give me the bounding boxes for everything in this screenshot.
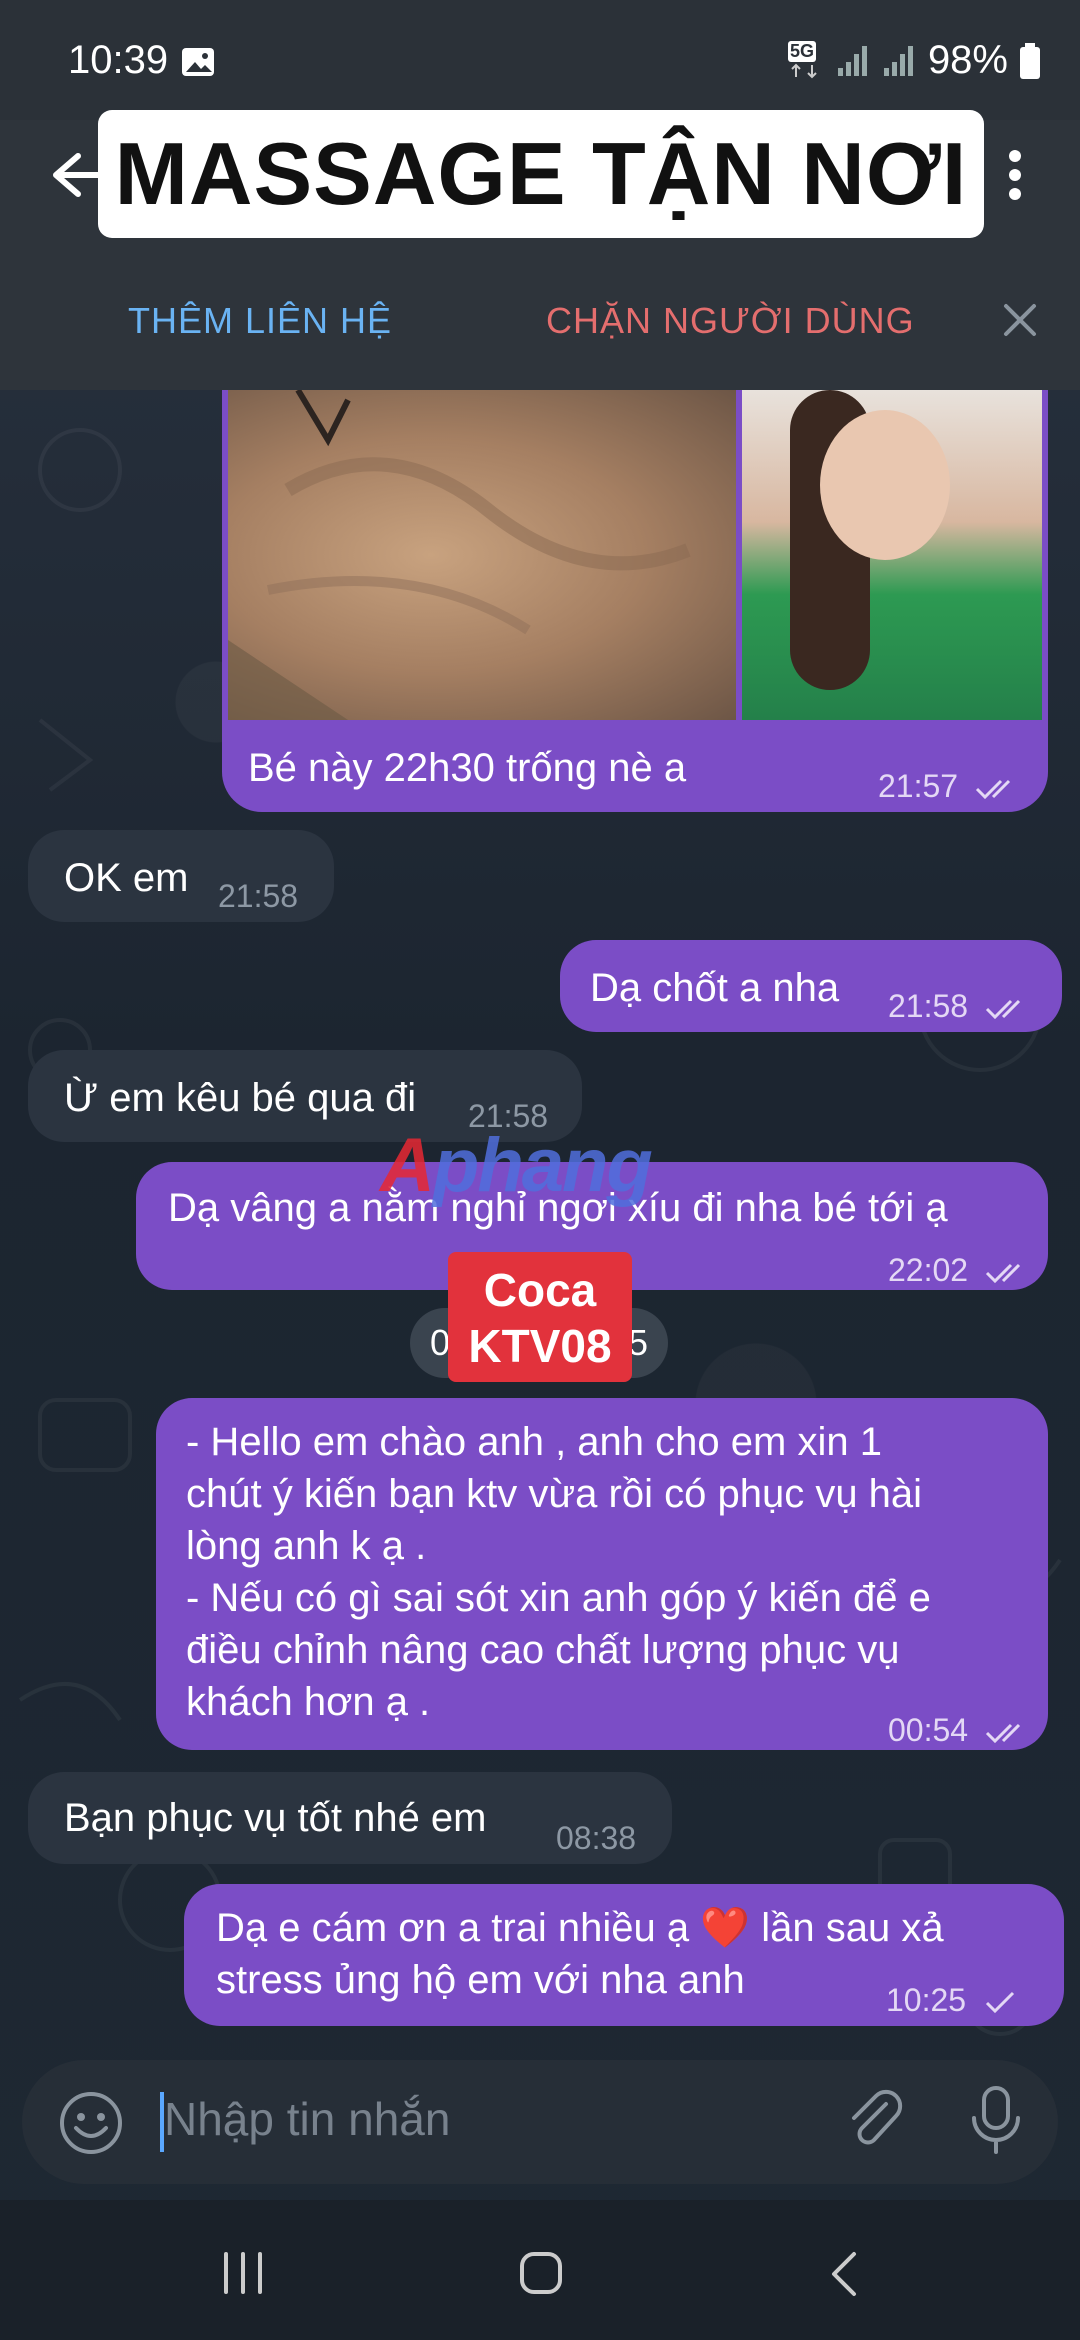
message-bubble-2: OK em 21:58 xyxy=(28,830,334,922)
message-bubble-1: Bé này 22h30 trống nè a 21:57 xyxy=(222,720,1048,812)
message-text: Bé này 22h30 trống nè a xyxy=(248,746,687,790)
message-bubble-7: Bạn phục vụ tốt nhé em 08:38 xyxy=(28,1772,672,1864)
message-meta: 10:25 xyxy=(886,1974,1019,2026)
nav-back-icon[interactable] xyxy=(828,2250,858,2298)
gallery-notification-icon xyxy=(182,48,214,76)
message-time: 00:54 xyxy=(888,1712,969,1748)
message-line: lần sau xả xyxy=(761,1906,944,1950)
message-line: Dạ e cám ơn a trai nhiều ạ xyxy=(216,1906,690,1950)
sticker-line-2: KTV08 xyxy=(468,1320,612,1372)
chat-title-box[interactable]: MASSAGE TẬN NƠI xyxy=(98,110,984,238)
network-5g-icon: 5G xyxy=(787,40,824,81)
message-input[interactable]: Nhập tin nhắn xyxy=(164,2092,450,2146)
microphone-icon[interactable] xyxy=(968,2084,1024,2156)
message-line: stress ủng hộ em với nha anh xyxy=(216,1958,745,2002)
message-time: 10:25 xyxy=(886,1982,967,2018)
add-contact-button[interactable]: THÊM LIÊN HỆ xyxy=(128,300,392,342)
status-bar: 10:39 5G 98% xyxy=(0,0,1080,120)
message-text: Ừ em kêu bé qua đi xyxy=(64,1076,417,1120)
message-line: khách hơn ạ . xyxy=(186,1680,431,1724)
watermark-logo: Aphang xyxy=(380,1122,653,1209)
message-text: Bạn phục vụ tốt nhé em xyxy=(64,1796,487,1840)
double-check-icon xyxy=(985,1263,1021,1283)
message-time: 08:38 xyxy=(556,1820,637,1856)
fabric-folds xyxy=(228,388,691,720)
message-bubble-6: - Hello em chào anh , anh cho em xin 1 c… xyxy=(156,1398,1048,1750)
overlay-label-sticker: Coca KTV08 xyxy=(448,1252,632,1382)
message-text: OK em xyxy=(64,856,189,900)
message-line: điều chỉnh nâng cao chất lượng phục vụ xyxy=(186,1628,900,1672)
message-line: chút ý kiến bạn ktv vừa rồi có phục vụ h… xyxy=(186,1472,923,1516)
single-check-icon xyxy=(985,1991,1015,2013)
emoji-icon[interactable] xyxy=(58,2090,124,2156)
message-time: 21:58 xyxy=(888,988,969,1024)
message-bubble-3: Dạ chốt a nha 21:58 xyxy=(560,940,1062,1032)
message-bubble-8: Dạ e cám ơn a trai nhiều ạ ❤️ lần sau xả… xyxy=(184,1884,1064,2026)
photo-face-shape xyxy=(820,410,950,560)
message-text: - Hello em chào anh , anh cho em xin 1 c… xyxy=(186,1416,931,1728)
message-meta: 22:02 xyxy=(888,1244,1033,1296)
message-time: 22:02 xyxy=(888,1252,969,1288)
more-options-icon[interactable] xyxy=(1000,148,1030,202)
status-indicators: 5G 98% xyxy=(787,38,1040,83)
recent-apps-icon[interactable] xyxy=(218,2250,268,2296)
status-time: 10:39 xyxy=(68,38,169,82)
block-user-button[interactable]: CHẶN NGƯỜI DÙNG xyxy=(546,300,915,342)
chat-title: MASSAGE TẬN NƠI xyxy=(114,124,968,223)
signal-1-icon xyxy=(837,45,867,76)
message-line: - Hello em chào anh , anh cho em xin 1 xyxy=(186,1420,882,1464)
message-meta: 00:54 xyxy=(888,1704,1033,1756)
double-check-icon xyxy=(975,779,1011,799)
message-meta: 21:57 xyxy=(878,760,1023,812)
battery-icon xyxy=(1020,42,1040,79)
signal-2-icon xyxy=(883,45,913,76)
sticker-line-1: Coca xyxy=(483,1264,597,1316)
attach-icon[interactable] xyxy=(842,2086,908,2152)
message-meta: 21:58 xyxy=(888,980,1033,1032)
double-check-icon xyxy=(985,1723,1021,1743)
message-time: 21:58 xyxy=(218,878,299,914)
close-icon[interactable] xyxy=(1000,300,1040,340)
message-time: 21:57 xyxy=(878,768,959,804)
message-line: - Nếu có gì sai sót xin anh góp ý kiến đ… xyxy=(186,1576,931,1620)
message-text: Dạ chốt a nha xyxy=(590,966,840,1010)
message-line: lòng anh k ạ . xyxy=(186,1524,427,1568)
double-check-icon xyxy=(985,999,1021,1019)
home-icon[interactable] xyxy=(518,2250,564,2296)
message-text: Dạ e cám ơn a trai nhiều ạ ❤️ lần sau xả… xyxy=(216,1902,944,2006)
heart-emoji: ❤️ xyxy=(700,1906,751,1950)
watermark-part-1: A xyxy=(380,1123,435,1208)
watermark-part-2: phang xyxy=(432,1123,653,1208)
message-photo-1[interactable] xyxy=(228,388,736,720)
battery-percent: 98% xyxy=(927,38,1008,82)
